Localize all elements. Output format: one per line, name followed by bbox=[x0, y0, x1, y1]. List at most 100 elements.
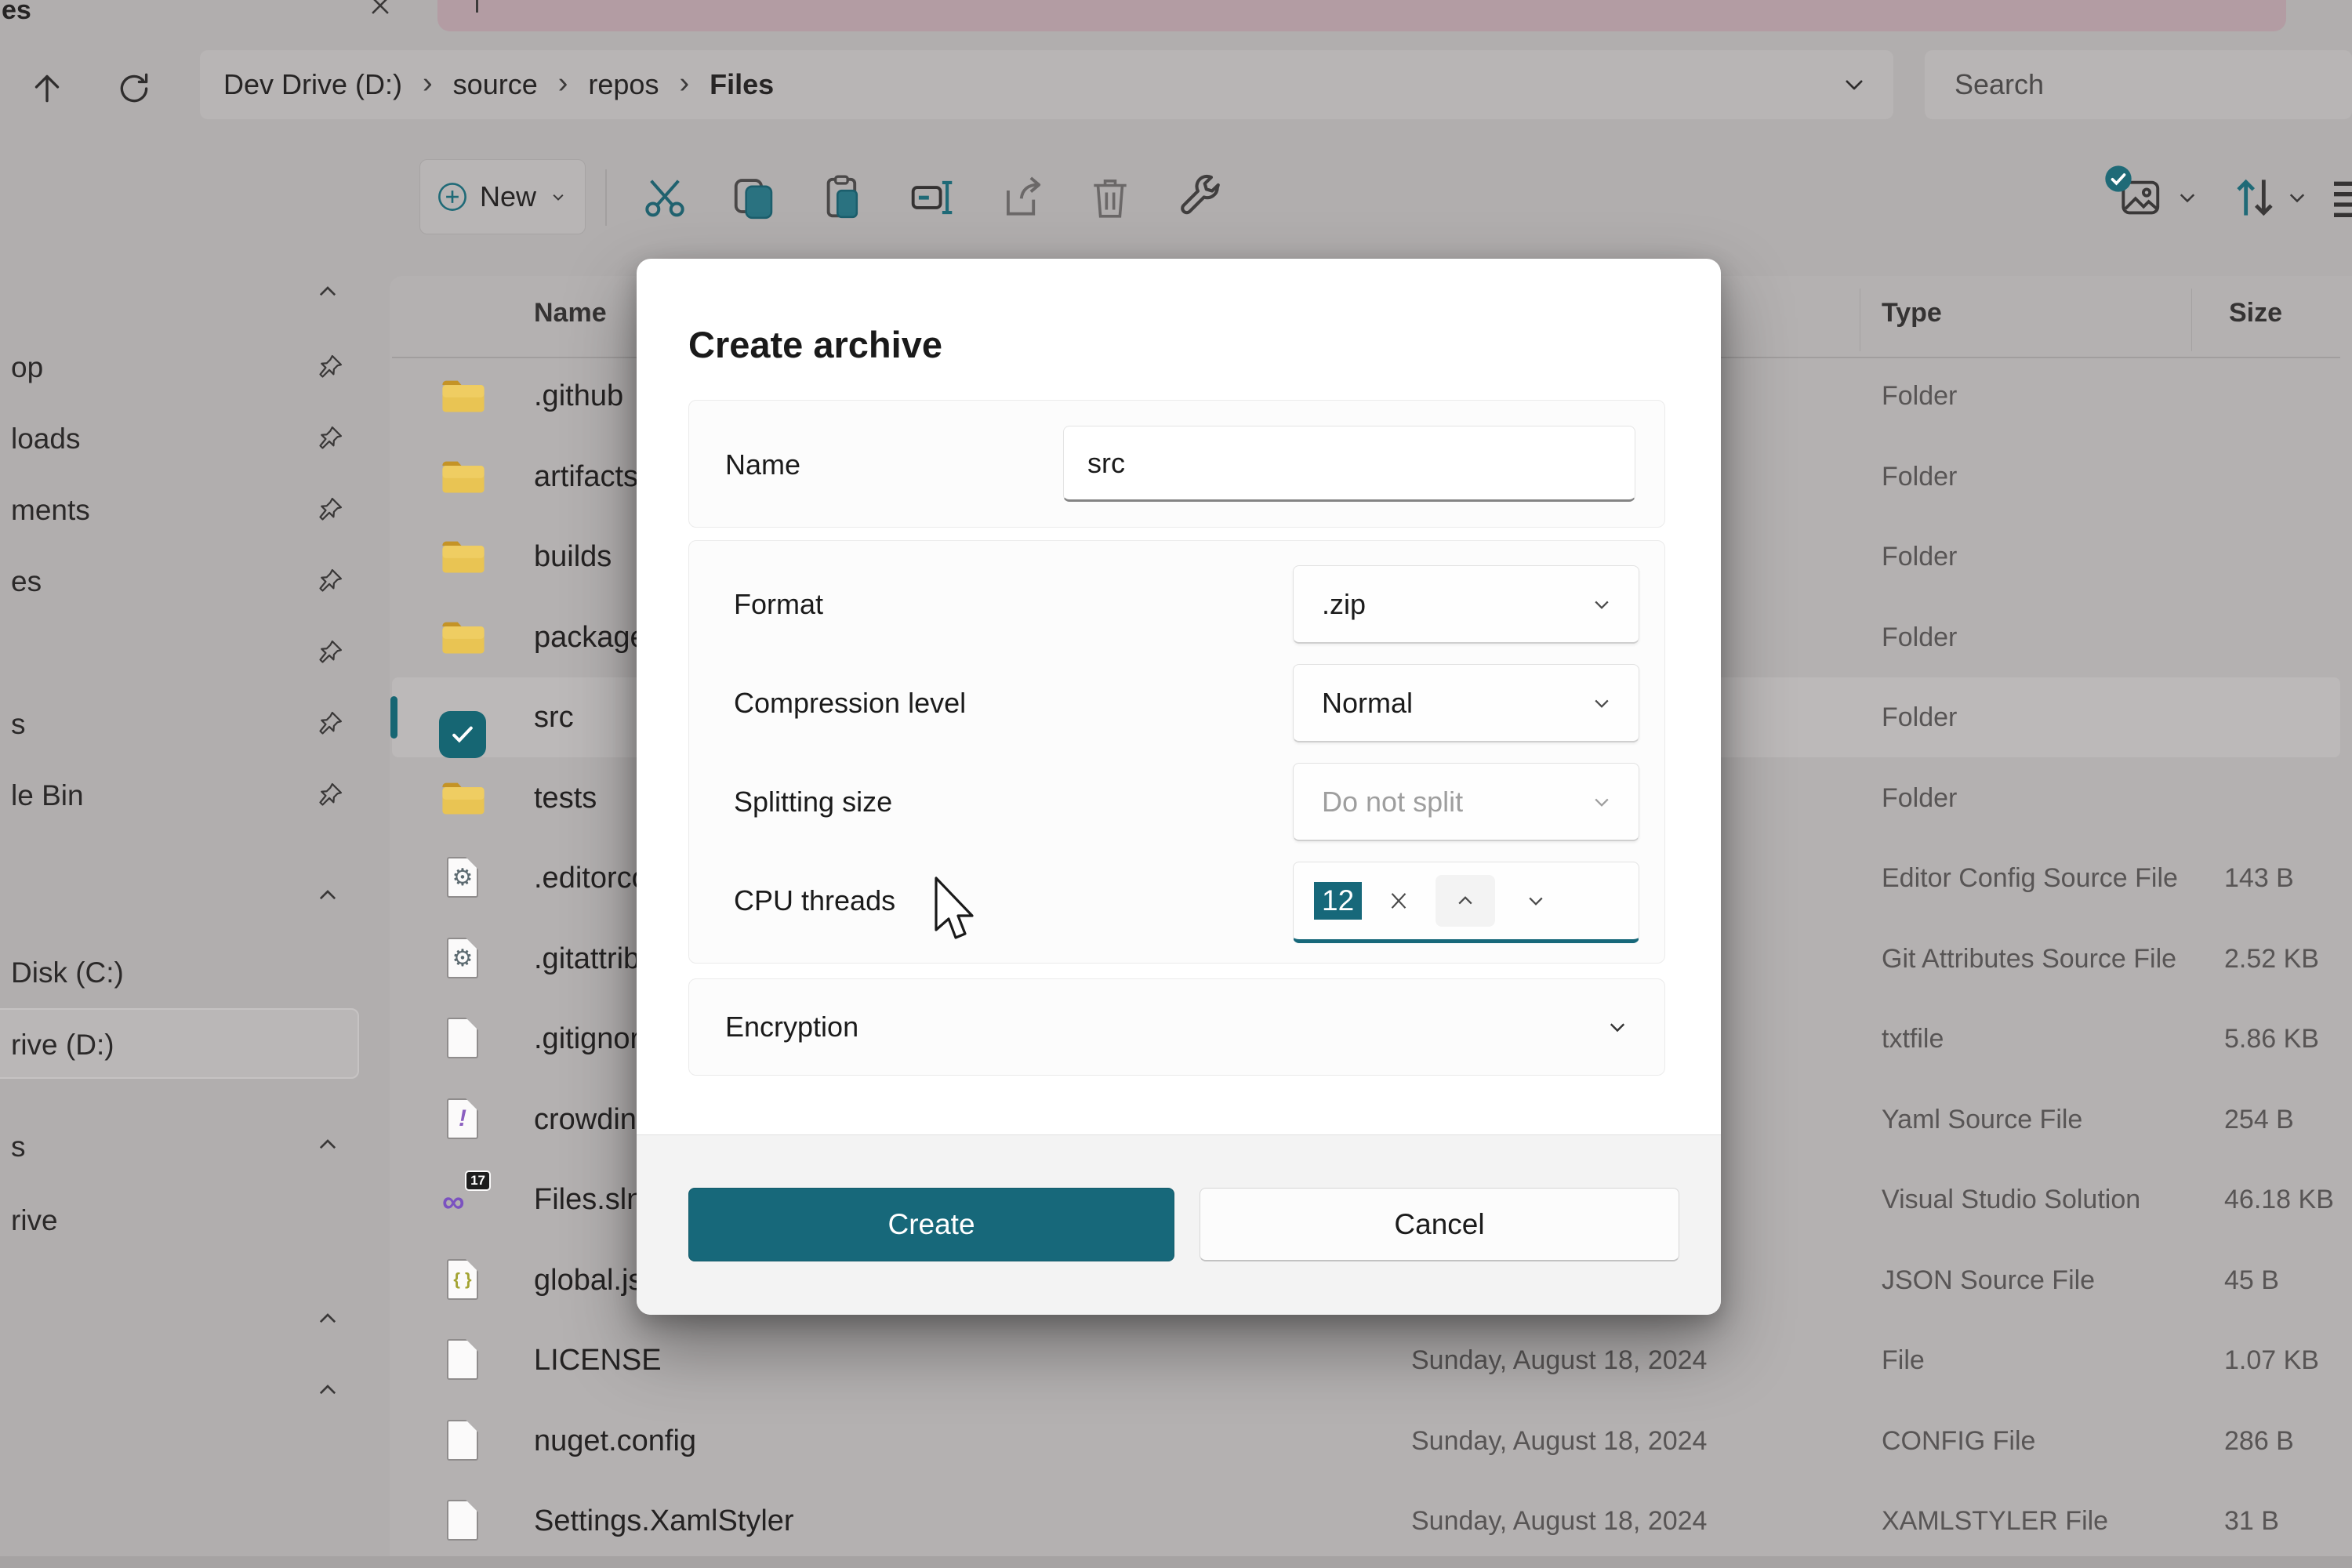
file-name[interactable]: LICENSE bbox=[534, 1320, 662, 1400]
active-tab-strip[interactable] bbox=[437, 0, 2286, 31]
sidebar-item[interactable]: le Bin bbox=[0, 760, 376, 831]
breadcrumb-separator-icon: › bbox=[558, 67, 568, 100]
section-collapse-icon[interactable] bbox=[312, 1374, 347, 1406]
decrement-button[interactable] bbox=[1519, 875, 1553, 927]
breadcrumb-item[interactable]: Files bbox=[710, 68, 774, 101]
file-name[interactable]: Settings.XamlStyler bbox=[534, 1481, 794, 1561]
file-name[interactable]: builds bbox=[534, 517, 612, 597]
section-collapse-icon[interactable] bbox=[312, 1303, 347, 1334]
new-tab-icon[interactable] bbox=[476, 0, 478, 13]
delete-icon[interactable] bbox=[1082, 169, 1138, 226]
file-name[interactable]: nuget.config bbox=[534, 1401, 696, 1481]
column-header-size[interactable]: Size bbox=[2229, 298, 2282, 328]
view-options-icon[interactable] bbox=[2109, 169, 2170, 226]
sidebar-item[interactable] bbox=[0, 618, 376, 688]
file-type: Folder bbox=[1882, 597, 1957, 677]
section-collapse-icon[interactable] bbox=[312, 880, 347, 911]
file-type-icon bbox=[441, 1498, 486, 1544]
pin-icon[interactable] bbox=[315, 566, 347, 597]
sidebar-item-drive[interactable]: rive (D:) bbox=[0, 1010, 376, 1080]
details-layout-icon[interactable] bbox=[2325, 171, 2352, 226]
new-button[interactable]: New bbox=[419, 159, 586, 234]
sort-icon[interactable] bbox=[2225, 168, 2285, 227]
sidebar-item-drive[interactable]: Disk (C:) bbox=[0, 938, 376, 1008]
file-name[interactable]: tests bbox=[534, 758, 597, 838]
sidebar-item-cloud[interactable]: rive bbox=[0, 1185, 376, 1256]
option-dropdown[interactable]: .zip bbox=[1293, 565, 1639, 644]
file-type: Folder bbox=[1882, 758, 1957, 838]
yaml-file-icon: ! bbox=[447, 1098, 478, 1139]
cpu-threads-label: CPU threads bbox=[734, 851, 895, 950]
navigate-up-button[interactable] bbox=[27, 67, 67, 108]
breadcrumb-item[interactable]: Dev Drive (D:) bbox=[223, 68, 402, 101]
create-button[interactable]: Create bbox=[688, 1188, 1174, 1261]
file-size: 1.07 KB bbox=[2224, 1320, 2319, 1400]
pin-icon[interactable] bbox=[315, 709, 347, 740]
pin-icon[interactable] bbox=[315, 423, 347, 455]
chevron-down-icon bbox=[547, 186, 569, 208]
breadcrumb-item[interactable]: repos bbox=[588, 68, 659, 101]
section-collapse-icon[interactable] bbox=[312, 1129, 347, 1160]
sidebar-item-label: Disk (C:) bbox=[11, 956, 124, 989]
option-label: Splitting size bbox=[734, 753, 892, 851]
pin-icon[interactable] bbox=[315, 495, 347, 526]
tools-icon[interactable] bbox=[1171, 169, 1228, 226]
sort-chevron-icon[interactable] bbox=[2283, 183, 2311, 212]
tab-close-icon[interactable] bbox=[367, 0, 394, 16]
file-name[interactable]: artifacts bbox=[534, 437, 638, 517]
pin-icon[interactable] bbox=[315, 352, 347, 383]
dialog-footer: Create Cancel bbox=[637, 1134, 1721, 1315]
encryption-expander[interactable]: Encryption bbox=[688, 978, 1665, 1076]
file-row[interactable]: nuget.configSunday, August 18, 2024CONFI… bbox=[392, 1401, 2340, 1481]
sidebar-item[interactable]: op bbox=[0, 332, 376, 403]
file-date-modified: Sunday, August 18, 2024 bbox=[1411, 1481, 1707, 1561]
file-icon bbox=[447, 1500, 478, 1541]
file-type: Yaml Source File bbox=[1882, 1080, 2082, 1160]
file-row[interactable]: Settings.XamlStyler Sunday, August 18, 20… bbox=[392, 1481, 2340, 1561]
file-name[interactable]: .github bbox=[534, 356, 623, 436]
cpu-threads-value[interactable]: 12 bbox=[1314, 882, 1362, 920]
mouse-cursor bbox=[933, 877, 982, 949]
file-row[interactable]: LICENSESunday, August 18, 2024File1.07 K… bbox=[392, 1320, 2340, 1400]
file-name[interactable]: src bbox=[534, 677, 574, 757]
dialog-option-row: Compression levelNormal bbox=[689, 654, 1664, 753]
sidebar-item[interactable]: ments bbox=[0, 475, 376, 546]
sidebar-item[interactable]: es bbox=[0, 546, 376, 617]
pin-icon[interactable] bbox=[315, 637, 347, 669]
option-dropdown[interactable]: Normal bbox=[1293, 664, 1639, 742]
file-size: 5.86 KB bbox=[2224, 999, 2319, 1079]
cpu-threads-stepper[interactable]: 12 bbox=[1293, 862, 1639, 943]
gear-file-icon: ⚙ bbox=[447, 857, 478, 898]
file-icon bbox=[447, 1339, 478, 1380]
refresh-button[interactable] bbox=[113, 67, 155, 110]
breadcrumb-item[interactable]: source bbox=[453, 68, 538, 101]
file-name[interactable]: Files.sln bbox=[534, 1160, 643, 1240]
copy-icon[interactable] bbox=[726, 169, 782, 226]
increment-button[interactable] bbox=[1436, 875, 1495, 927]
breadcrumb-dropdown-icon[interactable] bbox=[1838, 69, 1870, 100]
clear-icon[interactable] bbox=[1385, 887, 1412, 914]
section-collapse-icon[interactable] bbox=[312, 276, 347, 307]
column-header-type[interactable]: Type bbox=[1882, 298, 1942, 328]
statusbar-edge bbox=[0, 1556, 2352, 1568]
file-type: Git Attributes Source File bbox=[1882, 919, 2176, 999]
pin-icon[interactable] bbox=[315, 780, 347, 811]
view-options-chevron-icon[interactable] bbox=[2173, 183, 2201, 212]
rename-icon[interactable] bbox=[905, 169, 961, 226]
cancel-button[interactable]: Cancel bbox=[1200, 1188, 1679, 1261]
archive-name-input[interactable]: src bbox=[1063, 426, 1635, 502]
checkbox-checked[interactable] bbox=[439, 711, 486, 758]
sidebar-item[interactable]: s bbox=[0, 689, 376, 760]
sidebar-item[interactable]: loads bbox=[0, 404, 376, 474]
share-icon[interactable] bbox=[994, 169, 1051, 226]
file-size: 286 B bbox=[2224, 1401, 2294, 1481]
cut-icon[interactable] bbox=[637, 169, 693, 226]
dialog-option-row: Splitting sizeDo not split bbox=[689, 753, 1664, 851]
name-label: Name bbox=[725, 401, 800, 528]
file-type: Folder bbox=[1882, 437, 1957, 517]
file-type-icon: ∞17 bbox=[441, 1177, 486, 1222]
search-input[interactable]: Search bbox=[1925, 50, 2352, 119]
column-header-name[interactable]: Name bbox=[534, 298, 607, 328]
paste-icon[interactable] bbox=[815, 169, 872, 226]
breadcrumb[interactable]: Dev Drive (D:)›source›repos›Files bbox=[200, 50, 1893, 119]
